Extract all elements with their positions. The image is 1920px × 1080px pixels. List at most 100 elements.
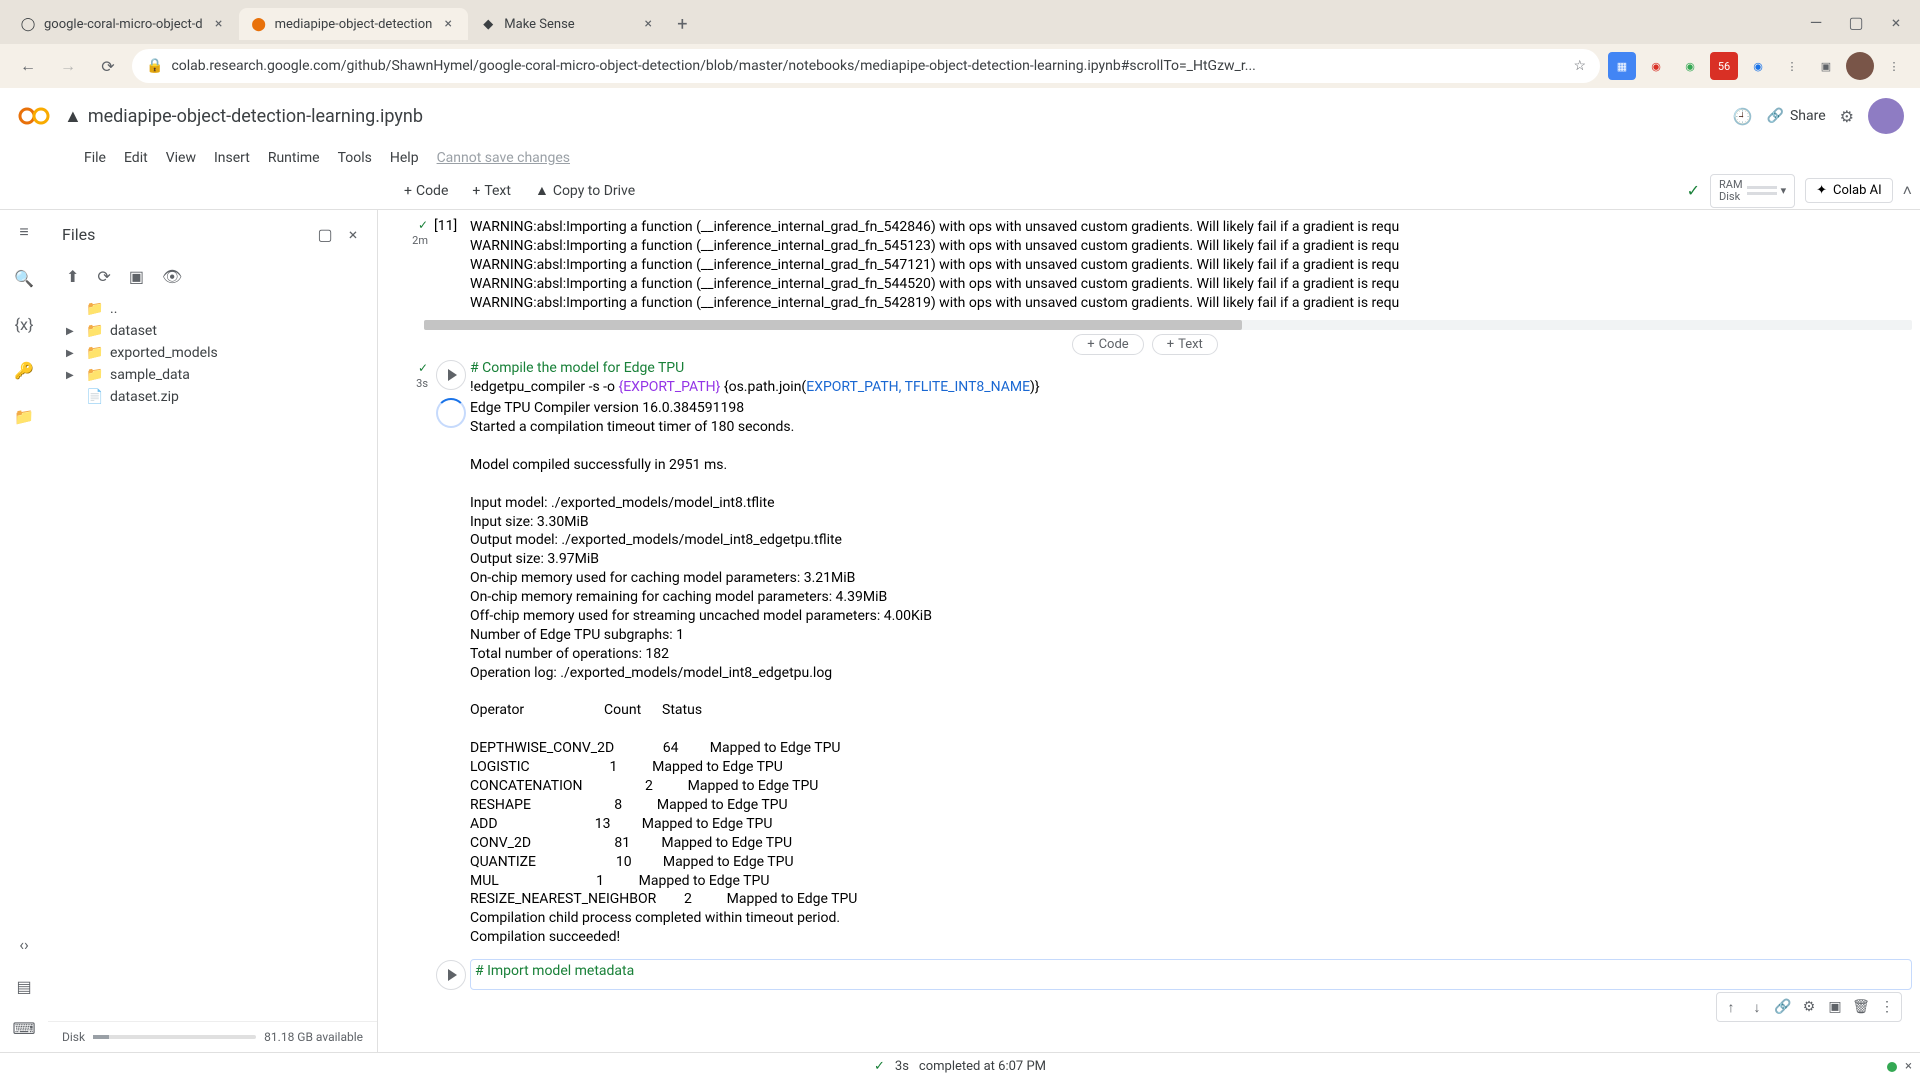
mirror-button[interactable]: ▣ [1823,995,1847,1019]
status-bar: ✓ 3s completed at 6:07 PM × [0,1052,1920,1080]
chevron-right-icon[interactable]: ▶ [66,326,80,337]
notebook-title[interactable]: ▲ mediapipe-object-detection-learning.ip… [64,106,1733,127]
add-code-button[interactable]: +Code [394,179,458,203]
folder-item[interactable]: ▶📁exported_models [48,342,377,364]
forward-button[interactable]: → [52,50,84,82]
label: Colab AI [1833,183,1882,198]
insert-text-button[interactable]: +Text [1152,334,1218,355]
chevron-right-icon[interactable]: ▶ [66,370,80,381]
run-cell-button[interactable] [436,960,466,990]
command-palette-icon[interactable]: ▤ [12,974,36,998]
search-icon[interactable]: 🔍 [12,266,36,290]
maximize-button[interactable]: ▢ [1840,10,1872,34]
close-icon[interactable]: × [440,16,456,32]
folder-icon: 📁 [86,367,104,383]
body: ≡ 🔍 {x} 🔑 📁 ‹› ▤ ⌨ Files ▢ × ⬆ ⟳ ▣ 👁 [0,210,1920,1052]
files-icon[interactable]: 📁 [12,404,36,428]
output-row: Edge TPU Compiler version 16.0.384591198… [378,397,1912,953]
settings-icon[interactable]: ⚙ [1840,107,1854,126]
colab-app: ▲ mediapipe-object-detection-learning.ip… [0,88,1920,1052]
close-panel-icon[interactable]: × [339,225,367,244]
sidepanel-icon[interactable]: ▣ [1812,52,1840,80]
new-tab-button[interactable]: + [668,10,696,38]
copy-to-drive-button[interactable]: ▲Copy to Drive [525,178,645,203]
share-button[interactable]: 🔗 Share [1767,108,1826,124]
folder-icon: 📁 [86,323,104,339]
menu-tools[interactable]: Tools [330,148,380,168]
menu-icon[interactable]: ⋮ [1880,52,1908,80]
horizontal-scrollbar[interactable] [424,320,1912,330]
address-bar[interactable]: 🔒 colab.research.google.com/github/Shawn… [132,49,1600,83]
plus-icon: + [1167,337,1174,352]
play-icon [448,369,457,381]
ext-icon[interactable]: ▦ [1608,52,1636,80]
tab-1[interactable]: ⬤ mediapipe-object-detection × [239,8,469,40]
history-icon[interactable]: 🕘 [1733,107,1753,126]
minimize-button[interactable]: — [1800,10,1832,34]
profile-avatar[interactable] [1846,52,1874,80]
menu-view[interactable]: View [158,148,204,168]
new-window-icon[interactable]: ▢ [311,225,339,244]
file-item[interactable]: 📄dataset.zip [48,386,377,408]
tab-0[interactable]: ◯ google-coral-micro-object-d × [8,8,239,40]
add-text-button[interactable]: +Text [462,179,521,203]
delete-cell-button[interactable]: 🗑 [1849,995,1873,1019]
cell-settings-button[interactable]: ⚙ [1797,995,1821,1019]
chevron-right-icon[interactable]: ▶ [66,348,80,359]
expand-icon[interactable]: ˄ [1903,181,1912,201]
variables-icon[interactable]: {x} [12,312,36,336]
notebook-area[interactable]: ✓2m [11] WARNING:absl:Importing a functi… [378,210,1920,1052]
close-window-button[interactable]: × [1880,10,1912,34]
menu-edit[interactable]: Edit [116,148,156,168]
code-snippets-icon[interactable]: ‹› [12,932,36,956]
upload-icon[interactable]: ⬆ [66,267,79,286]
user-avatar[interactable] [1868,98,1904,134]
folder-item[interactable]: ▶📁sample_data [48,364,377,386]
url-text: colab.research.google.com/github/ShawnHy… [171,58,1255,74]
folder-icon: 📁 [86,301,104,317]
ext-icon[interactable]: ◉ [1744,52,1772,80]
colab-ai-button[interactable]: ✦Colab AI [1805,178,1893,203]
github-icon: ◯ [20,16,36,32]
colab-icon: ⬤ [251,16,267,32]
menu-file[interactable]: File [76,148,114,168]
code: {os.path.join( [720,379,806,395]
ext-icon[interactable]: 56 [1710,52,1738,80]
close-status-icon[interactable]: × [1905,1059,1912,1074]
toc-icon[interactable]: ≡ [12,220,36,244]
move-down-button[interactable]: ↓ [1745,995,1769,1019]
mount-drive-icon[interactable]: ▣ [129,267,144,286]
disk-usage: Disk 81.18 GB available [48,1021,377,1052]
insert-code-button[interactable]: +Code [1072,334,1144,355]
code-editor[interactable]: # Compile the model for Edge TPU !edgetp… [470,359,1912,397]
tab-2[interactable]: ◆ Make Sense × [468,8,668,40]
resources-button[interactable]: RAMDisk ▾ [1710,174,1795,208]
ext-icon[interactable]: ⋮ [1778,52,1806,80]
link-button[interactable]: 🔗 [1771,995,1795,1019]
ext-icon[interactable]: ◉ [1676,52,1704,80]
ext-icon[interactable]: ◉ [1642,52,1670,80]
menu-runtime[interactable]: Runtime [260,148,328,168]
close-icon[interactable]: × [211,16,227,32]
favicon-icon: ◆ [480,16,496,32]
refresh-icon[interactable]: ⟳ [97,267,110,286]
move-up-button[interactable]: ↑ [1719,995,1743,1019]
close-icon[interactable]: × [640,16,656,32]
toggle-hidden-icon[interactable]: 👁 [162,267,182,286]
parent-folder[interactable]: 📁.. [48,298,377,320]
more-button[interactable]: ⋮ [1875,995,1899,1019]
menu-insert[interactable]: Insert [206,148,258,168]
check-icon: ✓ [418,218,428,232]
terminal-icon[interactable]: ⌨ [12,1016,36,1040]
menu-help[interactable]: Help [382,148,427,168]
back-button[interactable]: ← [12,50,44,82]
reload-button[interactable]: ⟳ [92,50,124,82]
cannot-save-notice: Cannot save changes [429,148,578,168]
run-cell-button[interactable] [436,360,466,390]
star-icon[interactable]: ☆ [1573,58,1586,74]
code-editor[interactable]: # Import model metadata [470,959,1912,990]
secrets-icon[interactable]: 🔑 [12,358,36,382]
check-icon: ✓ [874,1059,885,1074]
exec-time: 3s [416,377,428,390]
folder-item[interactable]: ▶📁dataset [48,320,377,342]
